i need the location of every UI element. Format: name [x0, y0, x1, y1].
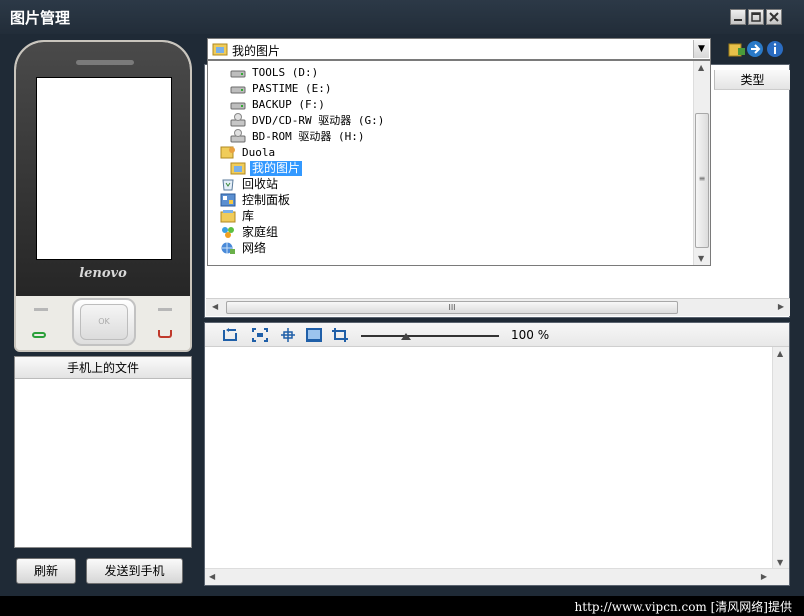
recycle-bin-icon: [220, 177, 236, 191]
dropdown-item[interactable]: DVD/CD-RW 驱动器 (G:): [230, 112, 386, 128]
refresh-button[interactable]: 刷新: [16, 558, 76, 584]
column-header-type[interactable]: 类型: [714, 70, 790, 90]
dropdown-item-label: PASTIME (E:): [252, 81, 332, 95]
dropdown-item[interactable]: 控制面板: [220, 192, 292, 208]
zoom-slider[interactable]: [361, 335, 499, 337]
location-dropdown[interactable]: TOOLS (D:) PASTIME (E:) BACKUP (F:) DVD/CD-…: [207, 60, 711, 266]
scroll-up-icon[interactable]: ▲: [698, 63, 704, 72]
window-title: 图片管理: [10, 9, 71, 27]
scroll-up-icon[interactable]: ▲: [777, 349, 783, 358]
dropdown-item-label: BD-ROM 驱动器 (H:): [252, 129, 365, 143]
dropdown-item-label: 家庭组: [242, 224, 279, 239]
phone-ok-button: OK: [72, 298, 136, 346]
vscroll-thumb[interactable]: ≡: [695, 113, 709, 248]
footer-credit: http://www.vipcn.com [清风网络]提供: [574, 600, 792, 614]
scroll-left-icon[interactable]: ◀: [209, 572, 215, 581]
image-viewer[interactable]: 100 % ▲ ▼ ◀ ▶: [204, 322, 790, 586]
go-icon[interactable]: [746, 40, 764, 58]
call-key-icon: [32, 332, 46, 338]
dropdown-item[interactable]: 回收站: [220, 176, 280, 192]
zoom-slider-thumb[interactable]: [401, 333, 411, 340]
scroll-left-icon[interactable]: ◀: [212, 302, 218, 311]
file-browser-hscrollbar[interactable]: ◀ III ▶: [206, 298, 790, 316]
dropdown-item-label: Duola: [242, 145, 276, 159]
left-softkey: [34, 308, 48, 311]
dropdown-item[interactable]: 库: [220, 208, 256, 224]
viewer-toolbar: 100 %: [205, 323, 789, 347]
dropdown-item[interactable]: BACKUP (F:): [230, 96, 327, 112]
network-icon: [220, 241, 236, 255]
cd-drive-icon: [230, 129, 246, 143]
location-value: 我的图片: [232, 44, 281, 58]
dropdown-item-label: 库: [242, 208, 255, 223]
phone-files-header: 手机上的文件: [15, 357, 191, 379]
maximize-icon[interactable]: [748, 9, 764, 25]
dropdown-item[interactable]: BD-ROM 驱动器 (H:): [230, 128, 366, 144]
send-to-phone-button[interactable]: 发送到手机: [86, 558, 183, 584]
chevron-down-icon[interactable]: ▼: [693, 40, 709, 58]
drive-icon: [230, 81, 246, 95]
library-icon: [220, 209, 236, 223]
scroll-down-icon[interactable]: ▼: [698, 254, 704, 263]
pictures-folder-icon: [212, 43, 228, 56]
drive-icon: [230, 65, 246, 79]
fullscreen-icon[interactable]: [305, 327, 323, 343]
dropdown-item[interactable]: 家庭组: [220, 224, 280, 240]
cd-drive-icon: [230, 113, 246, 127]
pictures-folder-icon: [230, 161, 246, 175]
hscroll-thumb[interactable]: III: [226, 301, 678, 314]
dropdown-item-label: DVD/CD-RW 驱动器 (G:): [252, 113, 385, 127]
dropdown-item-label: TOOLS (D:): [252, 65, 319, 79]
dropdown-item[interactable]: 网络: [220, 240, 268, 256]
dropdown-item[interactable]: Duola: [220, 144, 277, 160]
close-icon[interactable]: [766, 9, 782, 25]
phone-brand: lenovo: [79, 266, 127, 281]
rotate-icon[interactable]: [221, 327, 239, 343]
phone-files-panel[interactable]: 手机上的文件: [14, 356, 192, 548]
viewer-hscrollbar[interactable]: ◀ ▶: [205, 568, 789, 585]
dropdown-item-label: 网络: [242, 240, 267, 255]
info-icon[interactable]: [766, 40, 784, 58]
minimize-icon[interactable]: [730, 9, 746, 25]
user-folder-icon: [220, 145, 236, 159]
right-softkey: [158, 308, 172, 311]
drive-icon: [230, 97, 246, 111]
actual-size-icon[interactable]: [279, 327, 297, 343]
footer-bar: http://www.vipcn.com [清风网络]提供: [0, 596, 804, 616]
scroll-down-icon[interactable]: ▼: [777, 558, 783, 567]
title-bar: 图片管理: [0, 0, 804, 34]
control-panel-icon: [220, 193, 236, 207]
dropdown-item[interactable]: PASTIME (E:): [230, 80, 333, 96]
fit-window-icon[interactable]: [251, 327, 269, 343]
dropdown-item[interactable]: TOOLS (D:): [230, 64, 320, 80]
phone-screen: [36, 77, 172, 260]
phone-speaker: [76, 60, 134, 65]
scroll-right-icon[interactable]: ▶: [778, 302, 784, 311]
dropdown-item-label: 回收站: [242, 176, 279, 191]
window-controls: [730, 9, 782, 25]
folder-icon[interactable]: [728, 40, 746, 58]
dropdown-item-label: 控制面板: [242, 192, 291, 207]
homegroup-icon: [220, 225, 236, 239]
end-key-icon: [158, 330, 172, 338]
crop-icon[interactable]: [331, 327, 349, 343]
phone-body: lenovo: [16, 42, 190, 296]
viewer-vscrollbar[interactable]: ▲ ▼: [772, 347, 789, 569]
dropdown-vscrollbar[interactable]: ▲ ≡ ▼: [693, 61, 710, 265]
phone-ok-label: OK: [80, 304, 128, 340]
scroll-right-icon[interactable]: ▶: [761, 572, 767, 581]
dropdown-item-label: BACKUP (F:): [252, 97, 325, 111]
zoom-label: 100 %: [511, 328, 550, 342]
dropdown-item[interactable]: 我的图片: [230, 160, 303, 176]
phone-keypad: OK: [16, 296, 190, 350]
dropdown-item-label: 我的图片: [250, 160, 303, 176]
phone-preview: lenovo OK: [14, 40, 192, 352]
location-combobox[interactable]: 我的图片 ▼: [207, 38, 711, 60]
